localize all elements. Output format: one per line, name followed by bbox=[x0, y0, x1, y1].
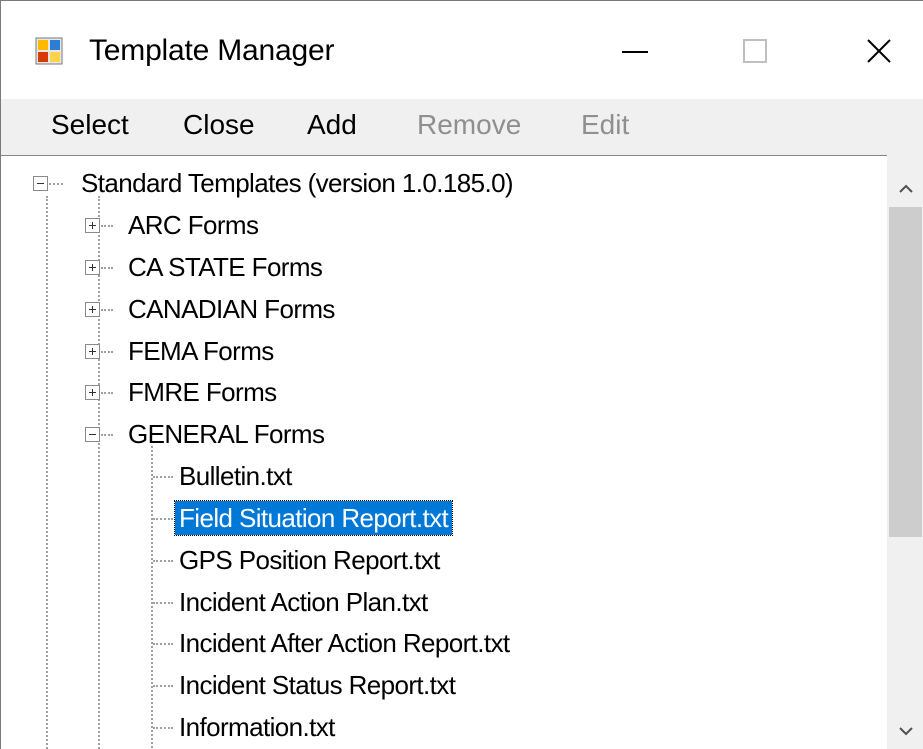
tree-file-label: Incident Action Plan.txt bbox=[179, 587, 428, 617]
menu-select[interactable]: Select bbox=[51, 107, 129, 143]
menu-remove: Remove bbox=[417, 109, 522, 140]
close-window-button[interactable] bbox=[849, 23, 909, 79]
scroll-up-button[interactable] bbox=[887, 169, 923, 209]
tree-folder-label: ARC Forms bbox=[128, 210, 259, 240]
tree-folder-label: FEMA Forms bbox=[128, 336, 274, 366]
scroll-down-button[interactable] bbox=[887, 711, 923, 749]
tree-file-label: Bulletin.txt bbox=[179, 461, 292, 491]
template-manager-window: Template Manager Select Close Add Remove… bbox=[0, 0, 923, 749]
window-title: Template Manager bbox=[89, 34, 335, 67]
expand-icon[interactable] bbox=[85, 302, 100, 317]
maximize-button[interactable] bbox=[725, 23, 785, 79]
tree-file-label: Incident After Action Report.txt bbox=[179, 628, 510, 658]
tree-connector bbox=[153, 518, 173, 520]
title-bar[interactable]: Template Manager bbox=[1, 1, 923, 99]
tree-connector bbox=[153, 560, 173, 562]
tree-connector bbox=[101, 309, 113, 311]
tree-folder-label: GENERAL Forms bbox=[128, 419, 325, 449]
chevron-down-icon bbox=[899, 727, 913, 736]
template-tree[interactable]: Standard Templates (version 1.0.185.0) A… bbox=[1, 155, 923, 749]
tree-connector bbox=[101, 225, 113, 227]
expand-icon[interactable] bbox=[85, 385, 100, 400]
app-window-icon bbox=[35, 37, 63, 65]
tree-line-root bbox=[46, 196, 48, 749]
tree-folder-label: FMRE Forms bbox=[128, 377, 277, 407]
tree-folder-label: CA STATE Forms bbox=[128, 252, 323, 282]
minimize-icon bbox=[622, 51, 648, 53]
tree-connector bbox=[153, 476, 173, 478]
tree-connector bbox=[153, 643, 173, 645]
expand-icon[interactable] bbox=[85, 218, 100, 233]
collapse-icon[interactable] bbox=[33, 176, 48, 191]
tree-connector bbox=[101, 351, 113, 353]
tree-file-label: Information.txt bbox=[179, 712, 335, 742]
menu-edit: Edit bbox=[581, 109, 630, 140]
tree-root-label: Standard Templates (version 1.0.185.0) bbox=[81, 168, 514, 198]
tree-connector bbox=[101, 392, 113, 394]
tree-connector bbox=[153, 685, 173, 687]
menu-close[interactable]: Close bbox=[183, 107, 255, 143]
tree-file-label: Incident Status Report.txt bbox=[179, 670, 456, 700]
close-icon bbox=[867, 39, 891, 63]
tree-connector bbox=[49, 183, 63, 185]
menu-bar: Select Close Add Remove Edit bbox=[1, 99, 923, 153]
tree-line-level2 bbox=[151, 446, 153, 749]
minimize-button[interactable] bbox=[605, 23, 665, 79]
expand-icon[interactable] bbox=[85, 344, 100, 359]
tree-connector bbox=[101, 434, 113, 436]
tree-connector bbox=[153, 602, 173, 604]
expand-icon[interactable] bbox=[85, 260, 100, 275]
tree-connector bbox=[153, 727, 173, 729]
tree-file-label: GPS Position Report.txt bbox=[179, 545, 440, 575]
tree-line-level1 bbox=[98, 196, 100, 749]
tree-connector bbox=[101, 267, 113, 269]
vertical-scrollbar[interactable] bbox=[887, 155, 923, 749]
scroll-thumb[interactable] bbox=[889, 207, 922, 537]
maximize-icon bbox=[743, 39, 767, 63]
menu-add[interactable]: Add bbox=[307, 107, 357, 143]
tree-folder-label: CANADIAN Forms bbox=[128, 294, 335, 324]
tree-file-label-selected: Field Situation Report.txt bbox=[173, 500, 454, 536]
collapse-icon[interactable] bbox=[85, 427, 100, 442]
chevron-up-icon bbox=[899, 184, 913, 193]
